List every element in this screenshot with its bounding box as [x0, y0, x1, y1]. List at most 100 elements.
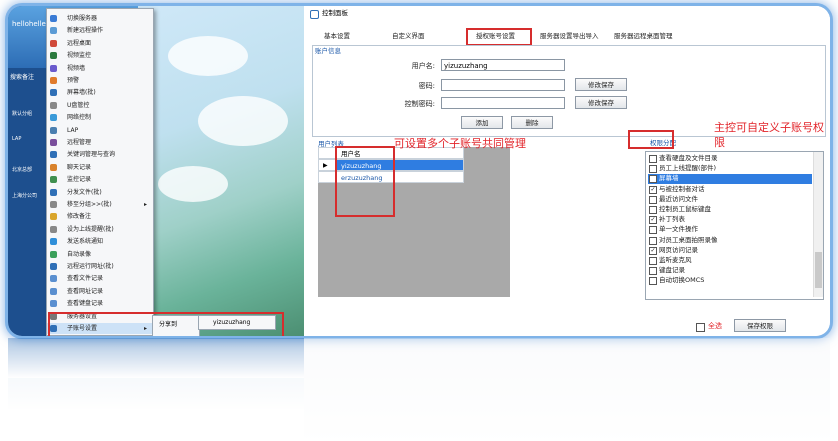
save-password-button[interactable]: 修改保存	[575, 78, 627, 91]
context-menu-item[interactable]: 移至分组>>(批) ▸	[47, 199, 153, 210]
desktop-wallpaper	[138, 6, 304, 336]
context-menu-item[interactable]: 视频墙	[47, 63, 153, 74]
context-menu-item[interactable]: 查看键盘记录	[47, 298, 153, 309]
permission-checkbox[interactable]: ✓	[649, 175, 657, 184]
permission-item[interactable]: 查看硬盘及文件目录	[648, 154, 812, 164]
permission-item[interactable]: 监听麦克风	[648, 256, 812, 266]
menu-item-icon	[50, 139, 57, 146]
context-menu-item[interactable]: 自动录像	[47, 249, 153, 260]
menu-item-label: 发送系统通知	[67, 238, 104, 246]
menu-item-label: 查看文件记录	[67, 275, 104, 283]
context-menu-item[interactable]: U盘管控	[47, 100, 153, 111]
context-menu-item[interactable]: 修改备注	[47, 211, 153, 222]
menu-item-icon	[50, 52, 57, 60]
menu-item-label: 网络控制	[67, 114, 92, 122]
control-password-label: 控制密码:	[404, 100, 435, 108]
context-menu-item[interactable]: 发送系统通知	[47, 236, 153, 247]
permission-checkbox[interactable]	[649, 267, 657, 276]
permission-checkbox[interactable]: ✓	[649, 246, 657, 255]
context-menu-item[interactable]: 视频监控	[47, 50, 153, 61]
permission-label: 自动切换OMCS	[659, 276, 705, 285]
permission-label: 控制员工鼠标键盘	[659, 205, 711, 213]
menu-item-icon	[50, 275, 57, 283]
client-list-item[interactable]: 上海分公司	[12, 192, 37, 199]
permission-checkbox[interactable]	[649, 226, 657, 235]
delete-button[interactable]: 删除	[511, 116, 553, 129]
permission-label: 网页访问记录	[659, 245, 698, 254]
permission-item[interactable]: 员工上线提醒(部件)	[648, 164, 812, 174]
context-menu-item[interactable]: 查看网址记录	[47, 286, 153, 297]
highlight-permissions-label	[628, 130, 674, 149]
context-menu-item[interactable]: 新建远程操作	[47, 25, 153, 36]
permission-item[interactable]: ✓ 与被控制者对话	[648, 185, 812, 195]
menu-item-icon	[50, 250, 57, 258]
tab-basic[interactable]: 基本设置	[324, 30, 350, 40]
permission-item[interactable]: 键盘记录	[648, 266, 812, 276]
permission-checkbox[interactable]	[649, 195, 657, 204]
context-menu-item[interactable]: 屏幕墙(批)	[47, 87, 153, 98]
menu-item-icon	[50, 263, 57, 270]
menu-item-icon	[50, 151, 57, 159]
permission-item[interactable]: 最近访问文件	[648, 195, 812, 205]
window-title: 控制面板	[322, 9, 348, 17]
permission-label: 补丁列表	[659, 215, 685, 224]
header-user: hellohelle	[12, 20, 46, 28]
context-menu-item[interactable]: 聊天记录	[47, 162, 153, 173]
context-menu-item[interactable]: 远程桌面	[47, 38, 153, 49]
context-menu-item[interactable]: 预警	[47, 75, 153, 86]
permission-item[interactable]: 单一文件操作	[648, 225, 812, 235]
permission-item[interactable]: ✓ 补丁列表	[648, 215, 812, 225]
permission-item[interactable]: 自动切换OMCS	[648, 276, 812, 286]
permission-item[interactable]: ✓ 网页访问记录	[648, 246, 812, 256]
permission-label: 与被控制者对话	[659, 184, 705, 193]
context-menu: 切换服务器新建远程操作远程桌面 视频监控视频墙 预警 屏幕墙(批) U盘管控网络控制 LA…	[46, 8, 154, 336]
permission-checkbox[interactable]: ✓	[649, 216, 657, 225]
title-bar: 控制面板	[304, 6, 830, 21]
permission-checkbox[interactable]	[649, 155, 657, 163]
annotation-permissions-1: 主控可自定义子账号权	[714, 121, 824, 134]
row-pointer-icon: ▶	[318, 159, 336, 171]
permission-item[interactable]: ✓ 屏幕墙	[648, 174, 812, 184]
search-label[interactable]: 搜索备注	[10, 72, 34, 81]
tab-export-import[interactable]: 服务器设置导出导入	[540, 30, 599, 40]
menu-item-icon	[50, 238, 57, 246]
menu-item-icon	[50, 300, 57, 308]
select-all-checkbox[interactable]	[696, 323, 705, 332]
client-list-item[interactable]: LAP	[12, 136, 21, 142]
context-menu-item[interactable]: 切换服务器	[47, 13, 153, 24]
menu-item-label: 新建远程操作	[67, 27, 104, 35]
context-menu-item[interactable]: 查看文件记录	[47, 273, 153, 284]
permission-checkbox[interactable]	[649, 236, 657, 245]
tab-custom-ui[interactable]: 自定义界面	[392, 30, 425, 40]
context-menu-item[interactable]: 分发文件(批)	[47, 187, 153, 198]
permission-checkbox[interactable]: ✓	[649, 185, 657, 194]
context-menu-item[interactable]: 设为上线提醒(批)	[47, 224, 153, 235]
context-menu-item[interactable]: 远程运行网址(批)	[47, 261, 153, 272]
context-menu-item[interactable]: 关键词管理与查询	[47, 149, 153, 160]
permission-item[interactable]: 控制员工鼠标键盘	[648, 205, 812, 215]
permission-checkbox[interactable]	[649, 277, 657, 286]
client-list-item[interactable]: 北京总部	[12, 166, 32, 173]
permissions-scrollbar[interactable]	[813, 152, 823, 297]
save-control-password-button[interactable]: 修改保存	[575, 96, 627, 109]
client-list-item[interactable]: 默认分组	[12, 110, 32, 117]
select-all-label[interactable]: 全选	[708, 321, 722, 331]
add-button[interactable]: 添加	[461, 116, 503, 129]
context-menu-item[interactable]: 远程管理	[47, 137, 153, 148]
permission-item[interactable]: 对员工桌面拍照录像	[648, 236, 812, 246]
menu-item-icon	[50, 89, 57, 97]
control-password-input[interactable]	[441, 97, 565, 109]
permission-checkbox[interactable]	[649, 206, 657, 214]
save-permissions-button[interactable]: 保存权限	[734, 319, 786, 332]
username-input[interactable]: yizuzuzhang	[441, 59, 565, 71]
username-label: 用户名:	[411, 62, 435, 70]
permission-checkbox[interactable]	[649, 165, 657, 174]
tab-remote-desktop[interactable]: 服务器远程桌面管理	[614, 30, 673, 40]
password-input[interactable]	[441, 79, 565, 91]
context-menu-item[interactable]: 监控记录	[47, 174, 153, 185]
scroll-thumb[interactable]	[815, 252, 822, 288]
context-menu-item[interactable]: LAP	[47, 125, 153, 136]
permission-checkbox[interactable]	[649, 257, 657, 265]
screen: hellohelle 搜索备注 默认分组 LAP 北京总部上海分公司 切换服务器新建…	[8, 6, 830, 336]
context-menu-item[interactable]: 网络控制	[47, 112, 153, 123]
